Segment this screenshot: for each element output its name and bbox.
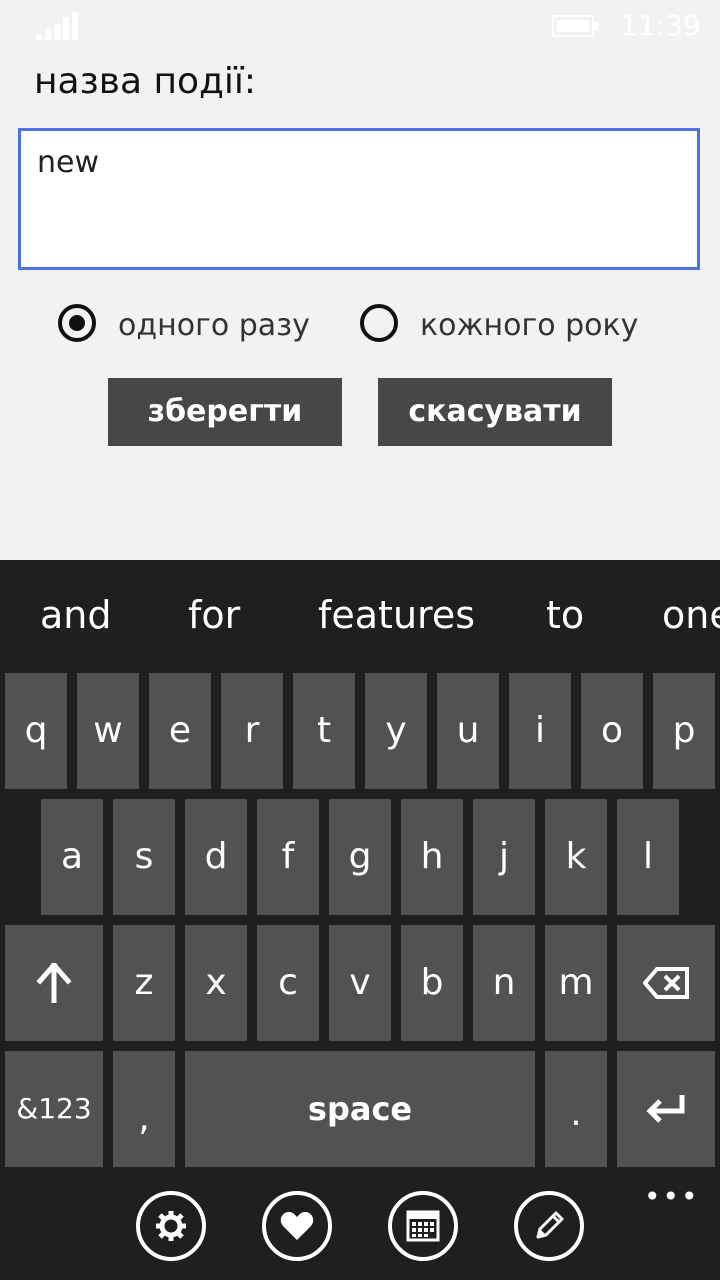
key[interactable]: u (437, 673, 499, 789)
key[interactable]: x (185, 925, 247, 1041)
radio-yearly-label[interactable]: кожного року (420, 306, 638, 346)
suggestion[interactable]: and (40, 588, 112, 642)
key[interactable]: m (545, 925, 607, 1041)
cancel-button[interactable]: скасувати (378, 378, 612, 446)
key[interactable]: z (113, 925, 175, 1041)
key[interactable]: k (545, 799, 607, 915)
key[interactable]: s (113, 799, 175, 915)
more-icon[interactable]: ••• (644, 1180, 700, 1213)
backspace-icon (643, 967, 689, 999)
key[interactable]: t (293, 673, 355, 789)
key[interactable]: c (257, 925, 319, 1041)
suggestion[interactable]: features (318, 588, 475, 642)
key[interactable]: y (365, 673, 427, 789)
key[interactable]: r (221, 673, 283, 789)
app-bar (0, 1174, 720, 1280)
save-button[interactable]: зберегти (108, 378, 342, 446)
key[interactable]: g (329, 799, 391, 915)
enter-icon (646, 1095, 685, 1123)
key[interactable]: b (401, 925, 463, 1041)
period-key[interactable]: . (545, 1051, 607, 1167)
edit-button[interactable] (514, 1191, 584, 1261)
keyboard (0, 560, 720, 1280)
key[interactable]: l (617, 799, 679, 915)
radio-selected-dot (69, 315, 85, 331)
enter-key[interactable] (617, 1051, 715, 1167)
calendar-icon (406, 1210, 440, 1242)
calendar-button[interactable] (388, 1191, 458, 1261)
key[interactable]: v (329, 925, 391, 1041)
key[interactable]: h (401, 799, 463, 915)
event-name-label: назва події: (34, 61, 257, 102)
shift-icon (36, 963, 72, 1003)
settings-button[interactable] (136, 1191, 206, 1261)
key[interactable]: n (473, 925, 535, 1041)
suggestion[interactable]: one (662, 588, 720, 642)
comma-key[interactable]: , (113, 1051, 175, 1167)
space-key[interactable]: space (185, 1051, 535, 1167)
suggestion[interactable]: to (546, 588, 584, 642)
edit-icon (536, 1211, 564, 1239)
key[interactable]: w (77, 673, 139, 789)
event-name-value: new (37, 145, 100, 180)
key[interactable]: a (41, 799, 103, 915)
status-time: 11:39 (620, 9, 701, 42)
shift-key[interactable] (5, 925, 103, 1041)
settings-icon (156, 1211, 186, 1241)
symbols-key[interactable]: &123 (5, 1051, 103, 1167)
radio-yearly[interactable] (360, 304, 398, 342)
key[interactable]: e (149, 673, 211, 789)
key[interactable]: p (653, 673, 715, 789)
key[interactable]: i (509, 673, 571, 789)
key[interactable]: o (581, 673, 643, 789)
key[interactable]: d (185, 799, 247, 915)
backspace-key[interactable] (617, 925, 715, 1041)
battery-icon (552, 14, 600, 38)
radio-once[interactable] (58, 304, 96, 342)
key[interactable]: j (473, 799, 535, 915)
key[interactable]: f (257, 799, 319, 915)
signal-icon (36, 12, 80, 40)
favorite-button[interactable] (262, 1191, 332, 1261)
suggestion[interactable]: for (188, 588, 240, 642)
key[interactable]: q (5, 673, 67, 789)
radio-once-label[interactable]: одного разу (118, 306, 310, 346)
event-name-input[interactable]: new (18, 128, 700, 270)
favorite-icon (280, 1212, 314, 1240)
